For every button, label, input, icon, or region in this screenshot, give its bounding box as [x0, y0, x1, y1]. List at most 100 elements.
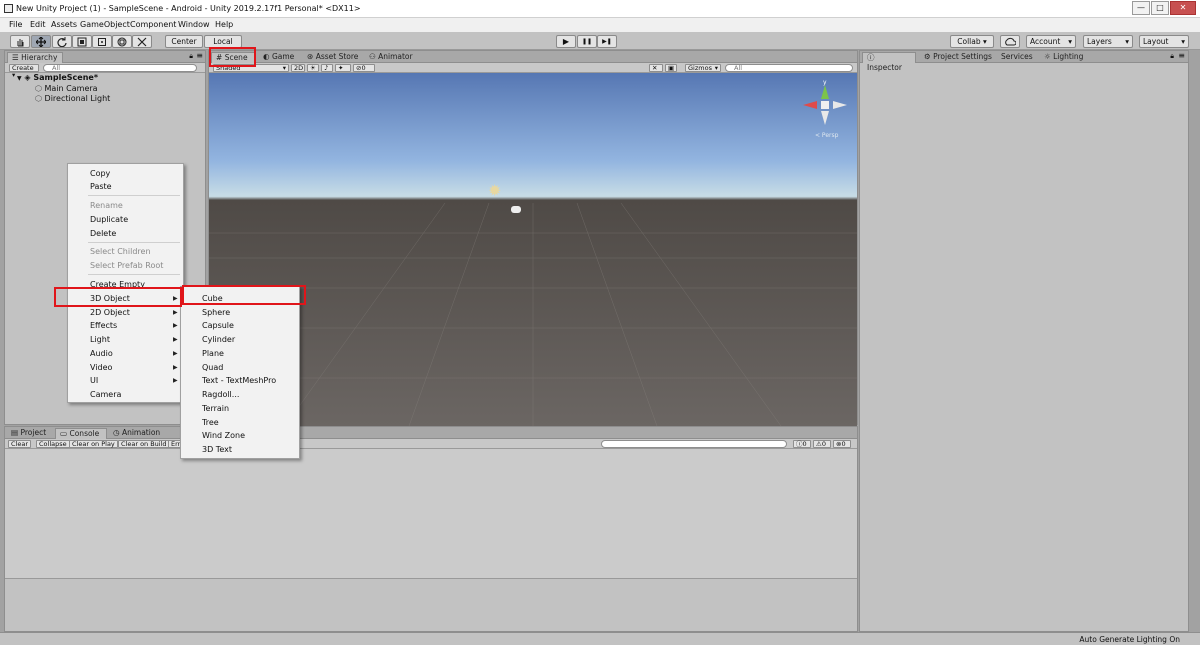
- menu-item-delete[interactable]: Delete: [90, 229, 116, 238]
- game-icon: ◐: [263, 52, 270, 61]
- tab-inspector-label: Inspector: [867, 63, 902, 72]
- gameobject-icon: ⬡: [35, 94, 42, 103]
- layout-dropdown[interactable]: Layout ▾: [1139, 35, 1189, 48]
- step-button[interactable]: ▶❚: [597, 35, 617, 48]
- cloud-button[interactable]: [1000, 35, 1020, 48]
- lock-icon[interactable]: 🔒︎: [1170, 52, 1174, 61]
- collapse-toggle[interactable]: Collapse: [36, 440, 70, 448]
- menu-edit[interactable]: Edit: [30, 20, 46, 29]
- submenu-item-quad[interactable]: Quad: [202, 363, 223, 372]
- minimize-button[interactable]: —: [1132, 1, 1150, 15]
- warning-count-toggle[interactable]: ⚠0: [813, 440, 831, 448]
- rotate-tool-button[interactable]: [52, 35, 72, 48]
- menu-item-light[interactable]: Light: [90, 335, 110, 344]
- scene-tools-button[interactable]: ✕: [649, 64, 663, 72]
- tab-project[interactable]: ▤ Project: [7, 428, 50, 439]
- submenu-item-3d-text[interactable]: 3D Text: [202, 445, 232, 454]
- tab-inspector[interactable]: ⓘ Inspector: [862, 52, 916, 72]
- custom-tool-icon: [137, 37, 147, 47]
- submenu-item-sphere[interactable]: Sphere: [202, 308, 230, 317]
- play-button[interactable]: ▶: [556, 35, 576, 48]
- hierarchy-icon: ☰: [12, 53, 19, 62]
- info-icon: ⓘ: [867, 53, 875, 62]
- store-icon: ⊛: [307, 52, 314, 61]
- camera-gizmo-icon[interactable]: [511, 206, 521, 213]
- clear-on-play-toggle[interactable]: Clear on Play: [69, 440, 118, 448]
- tab-lighting[interactable]: ☼ Lighting: [1040, 52, 1087, 63]
- menu-item-paste[interactable]: Paste: [90, 182, 112, 191]
- maximize-button[interactable]: □: [1151, 1, 1169, 15]
- menu-item-camera[interactable]: Camera: [90, 390, 121, 399]
- error-count-toggle[interactable]: ⊗0: [833, 440, 851, 448]
- console-log-area[interactable]: [5, 449, 857, 579]
- hidden-objects-toggle[interactable]: ⊘0: [353, 64, 375, 72]
- lighting-toggle[interactable]: ☀: [307, 64, 319, 72]
- custom-tool-button[interactable]: [132, 35, 152, 48]
- move-tool-button[interactable]: [31, 35, 51, 48]
- hand-tool-button[interactable]: [10, 35, 30, 48]
- rect-icon: [98, 38, 106, 46]
- menu-item-video[interactable]: Video: [90, 363, 112, 372]
- menu-item-audio[interactable]: Audio: [90, 349, 113, 358]
- submenu-item-ragdoll[interactable]: Ragdoll...: [202, 390, 239, 399]
- menu-component[interactable]: Component: [130, 20, 176, 29]
- gizmos-dropdown[interactable]: Gizmos ▾: [685, 64, 721, 72]
- menu-window[interactable]: Window: [178, 20, 210, 29]
- menu-item-effects[interactable]: Effects: [90, 321, 117, 330]
- layers-dropdown[interactable]: Layers ▾: [1083, 35, 1133, 48]
- menu-item-2d-object[interactable]: 2D Object: [90, 308, 130, 317]
- transform-tool-button[interactable]: [112, 35, 132, 48]
- 2d-toggle[interactable]: 2D: [291, 64, 305, 72]
- rect-tool-button[interactable]: [92, 35, 112, 48]
- submenu-item-plane[interactable]: Plane: [202, 349, 224, 358]
- audio-toggle[interactable]: ♪: [321, 64, 333, 72]
- tab-animation[interactable]: ◷ Animation: [109, 428, 164, 439]
- tab-animator[interactable]: ⚇ Animator: [365, 52, 417, 63]
- clear-button[interactable]: Clear: [8, 440, 31, 448]
- tab-project-settings[interactable]: ⚙ Project Settings: [920, 52, 996, 63]
- collab-dropdown[interactable]: Collab ▾: [950, 35, 994, 48]
- tab-services[interactable]: Services: [997, 52, 1037, 63]
- scale-tool-button[interactable]: [72, 35, 92, 48]
- submenu-item-capsule[interactable]: Capsule: [202, 321, 234, 330]
- menu-item-duplicate[interactable]: Duplicate: [90, 215, 128, 224]
- orientation-gizmo[interactable]: y < Persp: [797, 77, 853, 141]
- console-search-input[interactable]: [601, 440, 787, 448]
- pivot-center-toggle[interactable]: Center: [165, 35, 203, 48]
- menu-help[interactable]: Help: [215, 20, 233, 29]
- lock-icon[interactable]: 🔒︎: [189, 52, 193, 61]
- menu-file[interactable]: File: [9, 20, 22, 29]
- scene-row[interactable]: ▼ ◈ SampleScene*: [17, 73, 98, 82]
- menu-assets[interactable]: Assets: [51, 20, 77, 29]
- menu-item-ui[interactable]: UI: [90, 376, 98, 385]
- hierarchy-item[interactable]: ⬡ Main Camera: [35, 84, 98, 93]
- panel-menu-icon[interactable]: ≡: [196, 51, 203, 60]
- camera-settings-button[interactable]: ▣: [665, 64, 677, 72]
- submenu-item-terrain[interactable]: Terrain: [202, 404, 229, 413]
- create-dropdown[interactable]: Create ▾: [9, 64, 39, 79]
- clear-on-build-toggle[interactable]: Clear on Build: [118, 440, 170, 448]
- account-dropdown[interactable]: Account ▾: [1026, 35, 1076, 48]
- pause-button[interactable]: ❚❚: [577, 35, 597, 48]
- gear-icon: ⚙: [924, 52, 931, 61]
- tab-console[interactable]: ▭ Console: [55, 428, 107, 439]
- close-button[interactable]: ✕: [1170, 1, 1196, 15]
- effects-dropdown[interactable]: ✦: [335, 64, 351, 72]
- scene-search-input[interactable]: All: [725, 64, 853, 72]
- menu-gameobject[interactable]: GameObject: [80, 20, 130, 29]
- submenu-item-cylinder[interactable]: Cylinder: [202, 335, 235, 344]
- scene-viewport[interactable]: ✹ y < Persp: [209, 73, 857, 426]
- submenu-item-text-meshpro[interactable]: Text - TextMeshPro: [202, 376, 276, 385]
- menu-item-copy[interactable]: Copy: [90, 169, 110, 178]
- tab-hierarchy[interactable]: ☰ Hierarchy: [7, 52, 63, 63]
- tab-project-settings-label: Project Settings: [933, 52, 992, 61]
- submenu-item-wind-zone[interactable]: Wind Zone: [202, 431, 245, 440]
- panel-menu-icon[interactable]: ≡: [1178, 51, 1185, 60]
- tab-game[interactable]: ◐ Game: [259, 52, 298, 63]
- hierarchy-item[interactable]: ⬡ Directional Light: [35, 94, 110, 103]
- hierarchy-search-input[interactable]: All: [43, 64, 197, 72]
- log-count-toggle[interactable]: ⓘ0: [793, 440, 811, 448]
- submenu-item-tree[interactable]: Tree: [202, 418, 219, 427]
- sun-light-icon[interactable]: ✹: [488, 181, 501, 200]
- tab-asset-store[interactable]: ⊛ Asset Store: [303, 52, 362, 63]
